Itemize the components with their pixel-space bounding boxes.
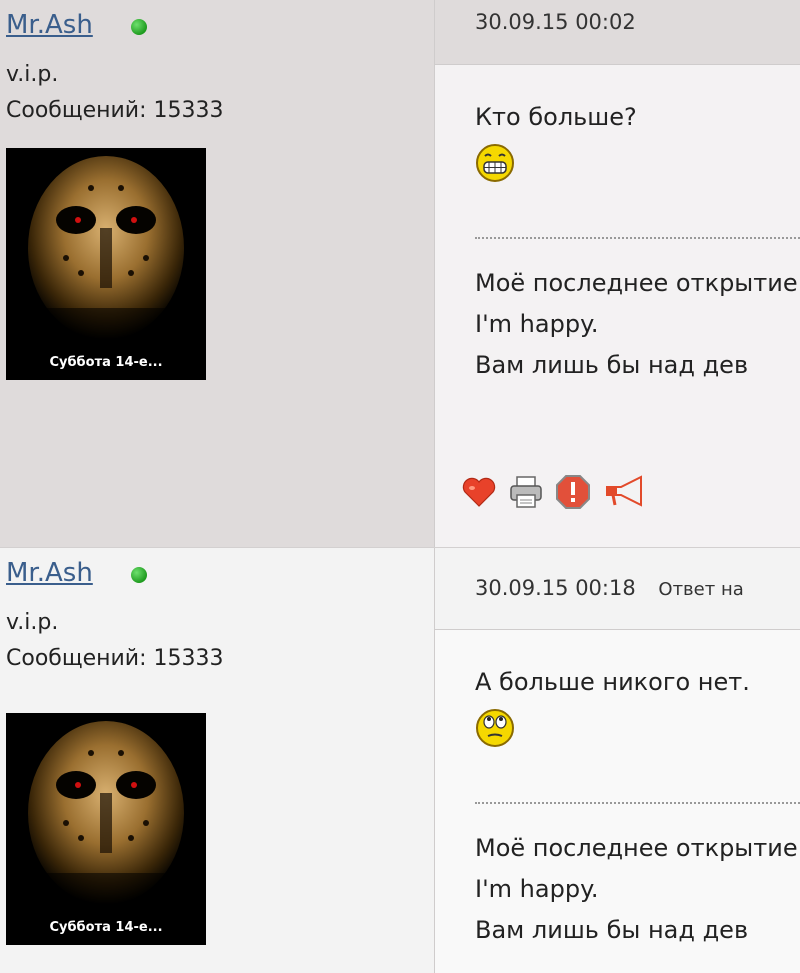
author-link[interactable]: Mr.Ash <box>6 10 93 40</box>
post-date-text: 30.09.15 00:02 <box>475 10 636 34</box>
avatar: Суббота 14-е... <box>6 148 206 380</box>
reply-to-link[interactable]: Ответ на <box>658 579 743 600</box>
user-rank: v.i.p. <box>6 62 59 87</box>
signature-divider <box>475 237 800 239</box>
forum-post: Mr.Ash v.i.p. Сообщений: 15333 Суббота 1… <box>0 547 800 973</box>
rolling-eyes-smiley-icon <box>476 709 514 747</box>
message-count: Сообщений: 15333 <box>6 98 224 123</box>
message-count: Сообщений: 15333 <box>6 646 224 671</box>
online-status-icon <box>131 567 147 583</box>
heart-icon[interactable] <box>460 473 498 511</box>
post-text: А больше никого нет. <box>475 668 750 696</box>
author-panel: Mr.Ash v.i.p. Сообщений: 15333 Суббота 1… <box>0 548 435 973</box>
report-icon[interactable] <box>554 473 592 511</box>
author-panel: Mr.Ash v.i.p. Сообщений: 15333 Суббота 1… <box>0 0 435 547</box>
post-date: 30.09.15 00:18 Ответ на <box>475 576 744 600</box>
signature-line: I'm happy. <box>475 875 599 903</box>
post-actions <box>460 473 643 511</box>
megaphone-icon[interactable] <box>601 473 643 511</box>
user-rank: v.i.p. <box>6 610 59 635</box>
post-header: 30.09.15 00:18 Ответ на <box>435 548 800 630</box>
signature-line: Вам лишь бы над дев <box>475 351 749 379</box>
avatar-caption: Суббота 14-е... <box>49 920 163 935</box>
post-header: 30.09.15 00:02 <box>435 0 800 65</box>
post-body: А больше никого нет. Моё последнее откры… <box>435 630 800 973</box>
author-link[interactable]: Mr.Ash <box>6 558 93 588</box>
signature-line: Вам лишь бы над дев <box>475 916 749 944</box>
signature-line: Моё последнее открытие <box>475 269 798 297</box>
post-body: Кто больше? Моё последнее открытие I'm h… <box>435 65 800 547</box>
signature: Моё последнее открытие I'm happy. Вам ли… <box>475 263 798 386</box>
avatar: Суббота 14-е... <box>6 713 206 945</box>
signature-line: Моё последнее открытие <box>475 834 798 862</box>
print-icon[interactable] <box>507 473 545 511</box>
grin-smiley-icon <box>476 144 514 182</box>
avatar-caption: Суббота 14-е... <box>49 355 163 370</box>
forum-post: Mr.Ash v.i.p. Сообщений: 15333 Суббота 1… <box>0 0 800 547</box>
signature: Моё последнее открытие I'm happy. Вам ли… <box>475 828 798 951</box>
post-date: 30.09.15 00:02 <box>475 10 636 34</box>
signature-divider <box>475 802 800 804</box>
online-status-icon <box>131 19 147 35</box>
post-date-text: 30.09.15 00:18 <box>475 576 636 600</box>
signature-line: I'm happy. <box>475 310 599 338</box>
post-text: Кто больше? <box>475 103 637 131</box>
